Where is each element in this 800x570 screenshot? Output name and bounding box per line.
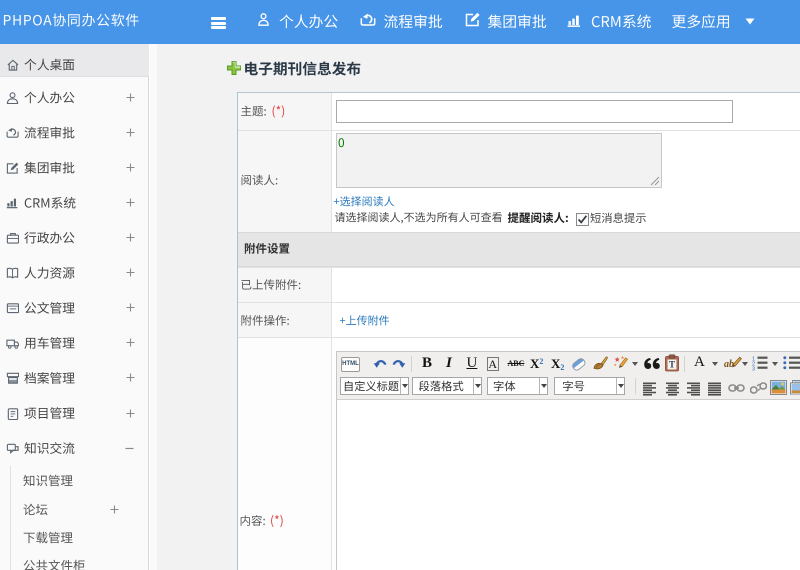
svg-text:T: T — [669, 360, 675, 370]
svg-text:3: 3 — [752, 367, 755, 372]
svg-text:ab: ab — [724, 359, 734, 370]
